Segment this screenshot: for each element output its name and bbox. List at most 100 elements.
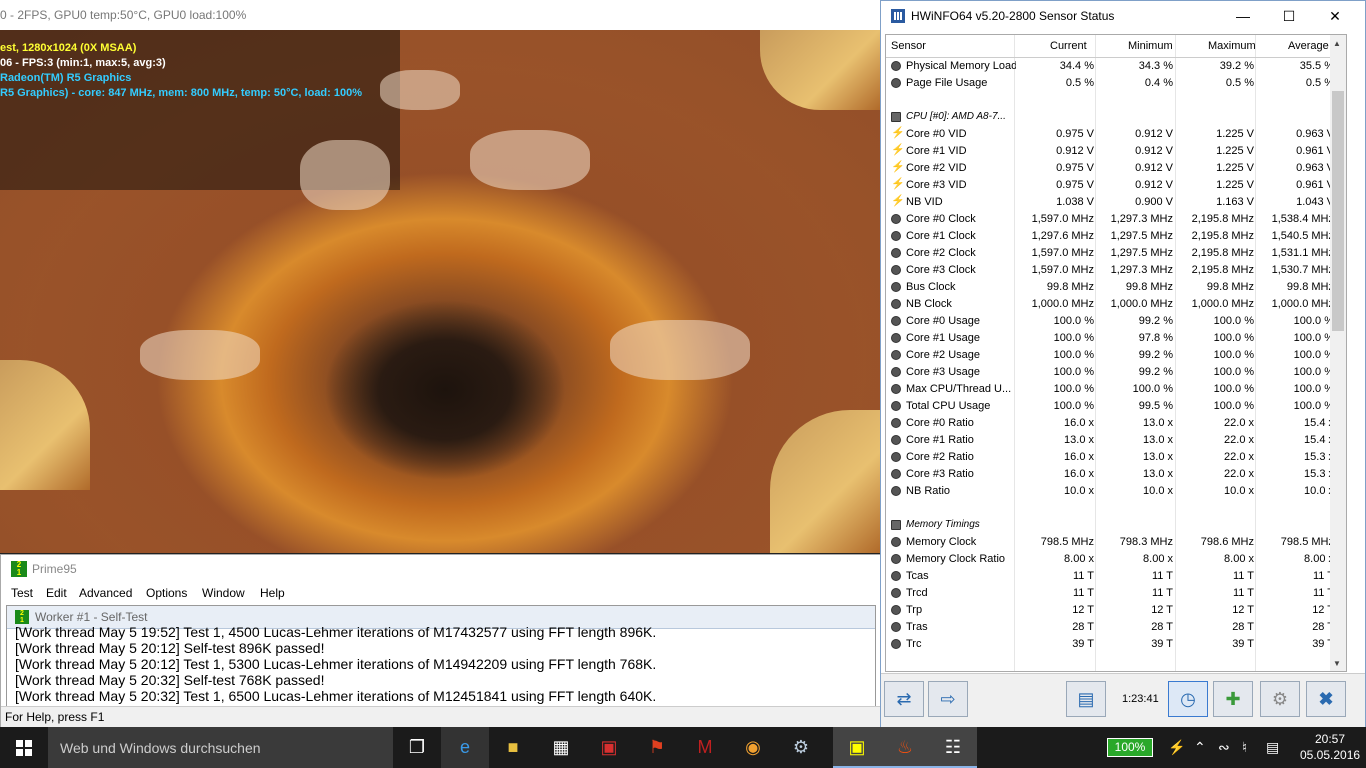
furmark-icon[interactable]: ♨ (881, 727, 929, 768)
sensor-row[interactable]: Core #2 Ratio 16.0 x 13.0 x 22.0 x 15.3 x (886, 449, 1346, 466)
battery-indicator[interactable]: 100% (1107, 738, 1153, 757)
sensor-row[interactable]: Physical Memory Load 34.4 % 34.3 % 39.2 % 35… (886, 58, 1346, 75)
clock-icon[interactable]: ◷ (1168, 681, 1208, 717)
sensor-min-value: 1,297.5 MHz (1110, 247, 1173, 259)
sensor-row[interactable]: Core #3 Clock 1,597.0 MHz 1,297.3 MHz 2,195… (886, 262, 1346, 279)
sensor-row[interactable]: ⚡ Core #1 VID 0.912 V 0.912 V 1.225 V 0.961 V (886, 143, 1346, 160)
header-minimum[interactable]: Minimum (1128, 40, 1173, 52)
volume-muted-icon[interactable]: ♮ (1242, 739, 1247, 756)
sensor-table[interactable]: Sensor Current Minimum Maximum Average P… (885, 34, 1347, 672)
add-report-icon[interactable]: ✚ (1213, 681, 1253, 717)
voltage-bolt-icon: ⚡ (891, 127, 905, 139)
hwinfo-icon[interactable]: ☷ (929, 727, 977, 768)
worker-window[interactable]: 21 Worker #1 - Self-Test [Work thread Ma… (6, 605, 876, 709)
sensor-row[interactable]: Trc 39 T 39 T 39 T 39 T (886, 636, 1346, 653)
sensor-max-value: 798.6 MHz (1200, 536, 1254, 548)
sensor-max-value: 28 T (1232, 621, 1254, 633)
sensor-row[interactable]: Page File Usage 0.5 % 0.4 % 0.5 % 0.5 % (886, 75, 1346, 92)
header-current[interactable]: Current (1050, 40, 1087, 52)
minimize-button[interactable]: — (1220, 1, 1266, 32)
task-view-icon[interactable]: ❐ (393, 727, 441, 768)
sensor-row[interactable]: Total CPU Usage 100.0 % 99.5 % 100.0 % 100.0… (886, 398, 1346, 415)
furmark-window[interactable]: 0 - 2FPS, GPU0 temp:50°C, GPU0 load:100%… (0, 0, 880, 553)
settings-icon[interactable]: ⚙ (1260, 681, 1300, 717)
sensor-row[interactable]: NB Clock 1,000.0 MHz 1,000.0 MHz 1,000.0 MH… (886, 296, 1346, 313)
clock[interactable]: 20:57 05.05.2016 (1300, 731, 1360, 763)
sensor-row[interactable]: Core #0 Ratio 16.0 x 13.0 x 22.0 x 15.4 x (886, 415, 1346, 432)
sensor-row[interactable]: Core #3 Ratio 16.0 x 13.0 x 22.0 x 15.3 x (886, 466, 1346, 483)
menu-test[interactable]: Test (11, 586, 33, 600)
maximize-button[interactable]: ☐ (1266, 1, 1312, 32)
sensor-row[interactable]: ⚡ Core #3 VID 0.975 V 0.912 V 1.225 V 0.961 V (886, 177, 1346, 194)
sensor-row[interactable]: Memory Clock Ratio 8.00 x 8.00 x 8.00 x 8.00… (886, 551, 1346, 568)
header-average[interactable]: Average (1288, 40, 1329, 52)
sensor-row[interactable]: Core #1 Ratio 13.0 x 13.0 x 22.0 x 15.4 x (886, 432, 1346, 449)
sensor-row[interactable]: Max CPU/Thread U... 100.0 % 100.0 % 100.0 %… (886, 381, 1346, 398)
steam-icon[interactable]: ⚙ (777, 727, 825, 768)
sensor-row[interactable]: Core #1 Usage 100.0 % 97.8 % 100.0 % 100.0 % (886, 330, 1346, 347)
notification-center-icon[interactable]: ▤ (1266, 739, 1279, 756)
sensor-row[interactable]: Core #3 Usage 100.0 % 99.2 % 100.0 % 100.0 % (886, 364, 1346, 381)
start-button[interactable] (0, 727, 48, 768)
vertical-scrollbar[interactable]: ▲ ▼ (1330, 35, 1346, 671)
prime95-icon[interactable]: ▣ (833, 727, 881, 768)
close-button[interactable]: ✕ (1312, 1, 1358, 32)
collapse-arrows-icon[interactable]: ⇨ (928, 681, 968, 717)
header-sensor[interactable]: Sensor (891, 40, 926, 52)
app-icon[interactable]: ◉ (729, 727, 777, 768)
sensor-row[interactable]: Tras 28 T 28 T 28 T 28 T (886, 619, 1346, 636)
sensor-row[interactable]: Memory Clock 798.5 MHz 798.3 MHz 798.6 MHz 7… (886, 534, 1346, 551)
search-box[interactable]: Web und Windows durchsuchen (48, 727, 393, 768)
hwinfo-window[interactable]: HWiNFO64 v5.20-2800 Sensor Status — ☐ ✕ … (880, 0, 1366, 727)
sensor-row[interactable]: Trp 12 T 12 T 12 T 12 T (886, 602, 1346, 619)
menu-advanced[interactable]: Advanced (79, 586, 132, 600)
sensor-row[interactable]: ⚡ Core #2 VID 0.975 V 0.912 V 1.225 V 0.963 V (886, 160, 1346, 177)
worker-log[interactable]: [Work thread May 5 19:52] Test 1, 4500 L… (15, 624, 656, 704)
show-hidden-icons-chevron-icon[interactable]: ⌃ (1194, 739, 1206, 756)
group-header-row[interactable]: Memory Timings (886, 517, 1346, 534)
prime95-titlebar[interactable]: 21 Prime95 (1, 555, 881, 582)
sensor-row[interactable]: Tcas 11 T 11 T 11 T 11 T (886, 568, 1346, 585)
hwinfo-titlebar[interactable]: HWiNFO64 v5.20-2800 Sensor Status — ☐ ✕ (881, 1, 1365, 32)
sensor-min-value: 99.5 % (1138, 400, 1173, 412)
group-header-row[interactable]: CPU [#0]: AMD A8-7... (886, 109, 1346, 126)
file-explorer-icon[interactable]: ■ (489, 727, 537, 768)
sensor-min-value: 8.00 x (1143, 553, 1173, 565)
power-plug-icon[interactable]: ⚡ (1168, 739, 1185, 756)
sensor-row[interactable]: ⚡ NB VID 1.038 V 0.900 V 1.163 V 1.043 V (886, 194, 1346, 211)
back-forward-arrows-icon[interactable]: ⇄ (884, 681, 924, 717)
sensor-max-value: 1.163 V (1216, 196, 1254, 208)
sensor-row[interactable]: NB Ratio 10.0 x 10.0 x 10.0 x 10.0 x (886, 483, 1346, 500)
gauge-icon (891, 401, 901, 411)
sensor-name: Trc (906, 638, 922, 650)
scroll-up-icon[interactable]: ▲ (1333, 39, 1341, 48)
menu-window[interactable]: Window (202, 586, 245, 600)
edge-icon[interactable]: e (441, 727, 489, 768)
sensor-row[interactable]: Core #2 Usage 100.0 % 99.2 % 100.0 % 100.0 % (886, 347, 1346, 364)
sensor-row[interactable]: Core #2 Clock 1,597.0 MHz 1,297.5 MHz 2,195… (886, 245, 1346, 262)
scroll-down-icon[interactable]: ▼ (1333, 659, 1341, 668)
menu-edit[interactable]: Edit (46, 586, 67, 600)
close-x-icon[interactable]: ✖ (1306, 681, 1346, 717)
wifi-icon[interactable]: ∾ (1218, 739, 1230, 756)
mcafee-icon[interactable]: M (681, 727, 729, 768)
sensor-row[interactable]: Bus Clock 99.8 MHz 99.8 MHz 99.8 MHz 99.8 MH… (886, 279, 1346, 296)
header-maximum[interactable]: Maximum (1208, 40, 1256, 52)
scroll-thumb[interactable] (1332, 91, 1344, 331)
furmark-titlebar[interactable]: 0 - 2FPS, GPU0 temp:50°C, GPU0 load:100% (0, 0, 880, 31)
sensor-max-value: 39.2 % (1219, 60, 1254, 72)
sensor-row[interactable]: Trcd 11 T 11 T 11 T 11 T (886, 585, 1346, 602)
network-computers-icon[interactable]: ▤ (1066, 681, 1106, 717)
prime95-window[interactable]: 21 Prime95 Test Edit Advanced Options Wi… (0, 554, 882, 728)
sensor-row[interactable]: Core #0 Usage 100.0 % 99.2 % 100.0 % 100.0 % (886, 313, 1346, 330)
store-icon[interactable]: ▦ (537, 727, 585, 768)
sensor-row[interactable]: ⚡ Core #0 VID 0.975 V 0.912 V 1.225 V 0.963 V (886, 126, 1346, 143)
gauge-icon (891, 231, 901, 241)
sensor-name: Memory Clock Ratio (906, 553, 1006, 565)
pdf-icon[interactable]: ⚑ (633, 727, 681, 768)
menu-options[interactable]: Options (146, 586, 187, 600)
menu-help[interactable]: Help (260, 586, 285, 600)
sensor-row[interactable]: Core #1 Clock 1,297.6 MHz 1,297.5 MHz 2,195… (886, 228, 1346, 245)
reader-icon[interactable]: ▣ (585, 727, 633, 768)
sensor-row[interactable]: Core #0 Clock 1,597.0 MHz 1,297.3 MHz 2,195… (886, 211, 1346, 228)
